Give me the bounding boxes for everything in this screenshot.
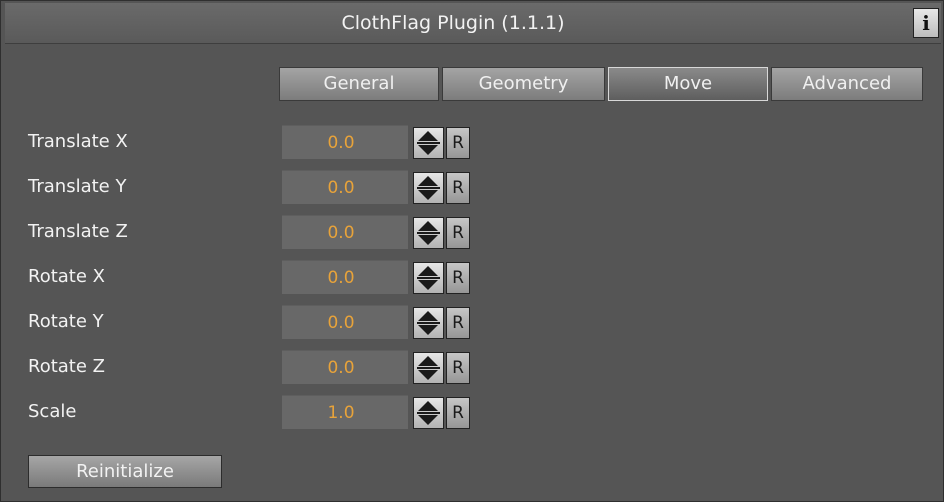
field-value: 0.0: [327, 223, 355, 243]
field-label: Rotate X: [28, 266, 105, 287]
arrow-down-icon[interactable]: [418, 145, 438, 155]
title-bar: ClothFlag Plugin (1.1.1) i: [5, 3, 941, 44]
rotate-y-spinner[interactable]: [413, 307, 444, 339]
field-row-rotate-z: Rotate Z 0.0 R: [1, 350, 944, 384]
arrow-down-icon[interactable]: [418, 370, 438, 380]
spinner-divider: [417, 232, 440, 234]
field-row-rotate-x: Rotate X 0.0 R: [1, 260, 944, 294]
rotate-z-reset-button[interactable]: R: [446, 352, 470, 384]
arrow-up-icon[interactable]: [418, 356, 438, 366]
translate-y-spinner[interactable]: [413, 172, 444, 204]
tab-bar: General Geometry Move Advanced: [279, 67, 923, 101]
field-row-translate-z: Translate Z 0.0 R: [1, 215, 944, 249]
reinitialize-button[interactable]: Reinitialize: [28, 455, 222, 488]
translate-z-reset-button[interactable]: R: [446, 217, 470, 249]
rotate-z-spinner[interactable]: [413, 352, 444, 384]
arrow-down-icon[interactable]: [418, 235, 438, 245]
field-label: Translate Y: [28, 176, 127, 197]
translate-y-input[interactable]: 0.0: [282, 170, 408, 204]
arrow-up-icon[interactable]: [418, 176, 438, 186]
rotate-y-input[interactable]: 0.0: [282, 305, 408, 339]
field-value: 0.0: [327, 133, 355, 153]
field-value: 0.0: [327, 358, 355, 378]
arrow-down-icon[interactable]: [418, 280, 438, 290]
spinner-divider: [417, 367, 440, 369]
translate-z-input[interactable]: 0.0: [282, 215, 408, 249]
scale-spinner[interactable]: [413, 397, 444, 429]
arrow-down-icon[interactable]: [418, 325, 438, 335]
scale-input[interactable]: 1.0: [282, 395, 408, 429]
field-label: Translate Z: [28, 221, 128, 242]
plugin-window: ClothFlag Plugin (1.1.1) i General Geome…: [0, 0, 944, 502]
spinner-divider: [417, 412, 440, 414]
arrow-up-icon[interactable]: [418, 401, 438, 411]
rotate-x-reset-button[interactable]: R: [446, 262, 470, 294]
arrow-up-icon[interactable]: [418, 311, 438, 321]
field-label: Scale: [28, 401, 77, 422]
spinner-divider: [417, 277, 440, 279]
field-label: Rotate Z: [28, 356, 105, 377]
translate-x-spinner[interactable]: [413, 127, 444, 159]
spinner-divider: [417, 142, 440, 144]
tab-advanced[interactable]: Advanced: [771, 67, 923, 101]
translate-x-input[interactable]: 0.0: [282, 125, 408, 159]
field-row-rotate-y: Rotate Y 0.0 R: [1, 305, 944, 339]
arrow-down-icon[interactable]: [418, 415, 438, 425]
arrow-down-icon[interactable]: [418, 190, 438, 200]
rotate-y-reset-button[interactable]: R: [446, 307, 470, 339]
translate-y-reset-button[interactable]: R: [446, 172, 470, 204]
spinner-divider: [417, 322, 440, 324]
arrow-up-icon[interactable]: [418, 266, 438, 276]
field-row-translate-y: Translate Y 0.0 R: [1, 170, 944, 204]
window-title: ClothFlag Plugin (1.1.1): [341, 12, 565, 34]
field-value: 0.0: [327, 313, 355, 333]
tab-move[interactable]: Move: [608, 67, 768, 101]
spinner-divider: [417, 187, 440, 189]
rotate-z-input[interactable]: 0.0: [282, 350, 408, 384]
rotate-x-spinner[interactable]: [413, 262, 444, 294]
field-value: 0.0: [327, 268, 355, 288]
scale-reset-button[interactable]: R: [446, 397, 470, 429]
field-value: 1.0: [327, 403, 355, 423]
translate-x-reset-button[interactable]: R: [446, 127, 470, 159]
field-label: Rotate Y: [28, 311, 104, 332]
tab-geometry[interactable]: Geometry: [442, 67, 605, 101]
rotate-x-input[interactable]: 0.0: [282, 260, 408, 294]
translate-z-spinner[interactable]: [413, 217, 444, 249]
info-icon: i: [922, 11, 930, 35]
field-label: Translate X: [28, 131, 128, 152]
field-value: 0.0: [327, 178, 355, 198]
field-row-translate-x: Translate X 0.0 R: [1, 125, 944, 159]
arrow-up-icon[interactable]: [418, 131, 438, 141]
field-row-scale: Scale 1.0 R: [1, 395, 944, 429]
arrow-up-icon[interactable]: [418, 221, 438, 231]
info-button[interactable]: i: [913, 8, 939, 38]
tab-general[interactable]: General: [279, 67, 439, 101]
